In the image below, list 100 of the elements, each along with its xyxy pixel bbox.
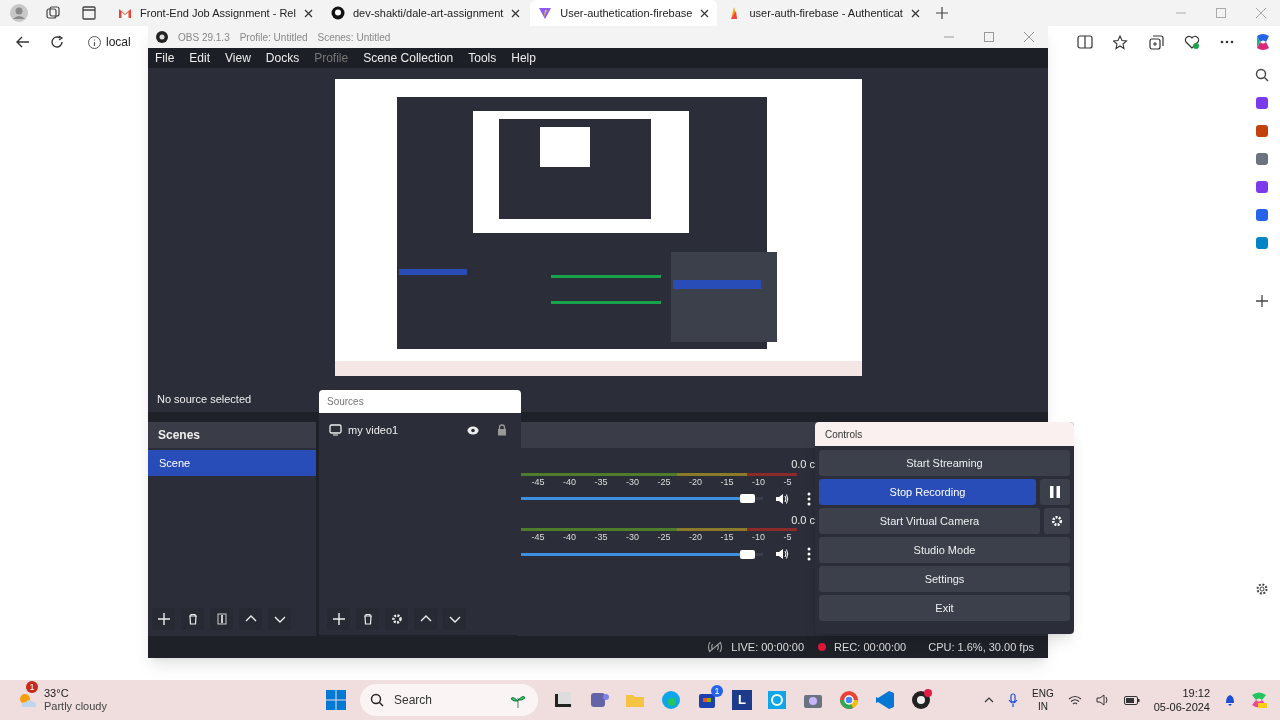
collections-icon[interactable] [1149,34,1164,50]
move-down-button[interactable] [443,608,466,630]
clock[interactable]: 19:12 05-06-2024 [1153,686,1210,714]
source-status-text: No source selected [157,391,252,407]
triangle-logo-icon [538,6,553,20]
search-field[interactable]: Search [360,684,538,716]
time-text: 19:12 [1182,686,1210,700]
bell-icon[interactable] [1224,693,1236,707]
favorites-star-icon[interactable] [1113,34,1129,50]
gear-icon [390,613,403,625]
panel-title: Scenes [158,427,201,444]
menu-item[interactable]: File [155,49,175,67]
scale-label: -30 [626,475,640,489]
weather-text: Partly cloudy [44,700,107,713]
wifi-icon[interactable] [1067,694,1082,706]
scale-label: -40 [563,531,577,545]
move-up-button[interactable] [414,608,437,630]
control-button[interactable]: Exit [819,595,1070,621]
new-tab-icon[interactable] [935,7,948,19]
kebab-menu-icon[interactable] [806,491,811,506]
recording-dot-icon [818,643,827,651]
add-button[interactable] [327,608,350,630]
menu-item[interactable]: Tools [468,49,497,67]
filters-button[interactable] [210,608,233,630]
scale-label: -35 [594,475,609,489]
menu-item[interactable]: Scene Collection [363,49,454,67]
panel-title: Sources [327,395,364,409]
trash-icon [361,613,374,625]
move-up-button[interactable] [239,608,262,630]
eye-icon[interactable] [467,425,479,435]
record-logo-icon [156,31,168,43]
close-icon [700,8,710,18]
search-icon[interactable] [1255,68,1269,82]
refresh-icon[interactable] [50,35,64,49]
puzzle-icon[interactable] [1255,180,1269,194]
gem-icon[interactable] [1255,96,1269,110]
move-down-button[interactable] [268,608,291,630]
menu-item[interactable]: Help [511,49,536,67]
control-button[interactable]: Studio Mode [819,537,1070,563]
battery-icon[interactable] [1123,695,1140,705]
ring-app-icon[interactable] [766,689,788,711]
menu-item[interactable]: View [225,49,251,67]
close-icon [910,8,920,18]
menu-item[interactable]: Edit [189,49,211,67]
scene-collection-label: Scenes: Untitled [317,30,391,45]
source-list-item[interactable]: my video1 [319,419,521,441]
close-icon [303,8,313,18]
slider-thumb[interactable] [740,494,756,503]
scale-label: -35 [594,531,609,545]
language-text: ENG [1032,687,1054,700]
lock-icon[interactable] [497,424,507,436]
live-timer: LIVE: 00:00:00 [731,639,805,655]
split-screen-icon[interactable] [1077,35,1093,49]
scale-label: -45 [531,531,546,545]
delete-button[interactable] [356,608,379,630]
speaker-icon[interactable] [774,492,789,505]
pause-button[interactable] [1040,479,1070,505]
notification-badge: 1 [26,681,38,693]
control-button[interactable]: Stop Recording [819,479,1036,505]
scale-label: -25 [657,531,672,545]
code-editor-icon[interactable] [874,689,896,711]
microphone-icon[interactable] [1008,693,1019,707]
briefcase-icon[interactable] [1255,124,1269,138]
scene-list-item[interactable]: Scene [148,450,316,476]
letter-app-tile[interactable]: L [732,690,752,710]
more-options-icon[interactable] [1220,40,1234,44]
chevron-up-icon[interactable] [984,697,995,703]
slider-thumb[interactable] [740,549,756,559]
plus-icon[interactable] [1255,294,1269,308]
control-button[interactable]: Settings [819,566,1070,592]
add-button[interactable] [152,608,175,630]
scale-label: -40 [563,475,577,489]
monitor-icon [329,424,342,436]
speaker-icon[interactable] [1095,694,1110,706]
kebab-menu-icon[interactable] [806,547,811,561]
region-text: IN [1037,700,1048,713]
scale-label: -5 [783,531,793,545]
settings-button[interactable] [1044,508,1070,534]
speaker-icon[interactable] [774,548,789,560]
broadcast-off-icon [707,641,724,653]
window-title: OBS 29.1.3 [178,30,230,45]
mail-logo-icon [118,6,132,20]
delete-button[interactable] [181,608,204,630]
tab-title: dev-shakti/dale-art-assignment [352,5,504,21]
heart-pulse-icon[interactable] [1184,34,1200,50]
menu-item[interactable]: Docks [265,49,300,67]
back-arrow-icon[interactable] [16,36,30,48]
tab-title: user-auth-firebase - Authenticat [749,5,903,21]
browser-tab[interactable]: User-authetication-firebase [530,0,718,26]
send-icon[interactable] [1255,236,1269,250]
close-icon[interactable] [1024,32,1034,42]
outlook-logo-icon[interactable] [1255,208,1269,222]
chess-piece-icon[interactable] [1255,152,1269,166]
chrome-logo-icon[interactable] [838,689,860,711]
record-app-icon[interactable] [910,689,932,711]
settings-icon[interactable] [1255,582,1269,596]
maximize-icon[interactable] [984,32,994,42]
control-button[interactable]: Start Streaming [819,450,1070,476]
properties-button[interactable] [385,608,408,630]
control-button[interactable]: Start Virtual Camera [819,508,1040,534]
